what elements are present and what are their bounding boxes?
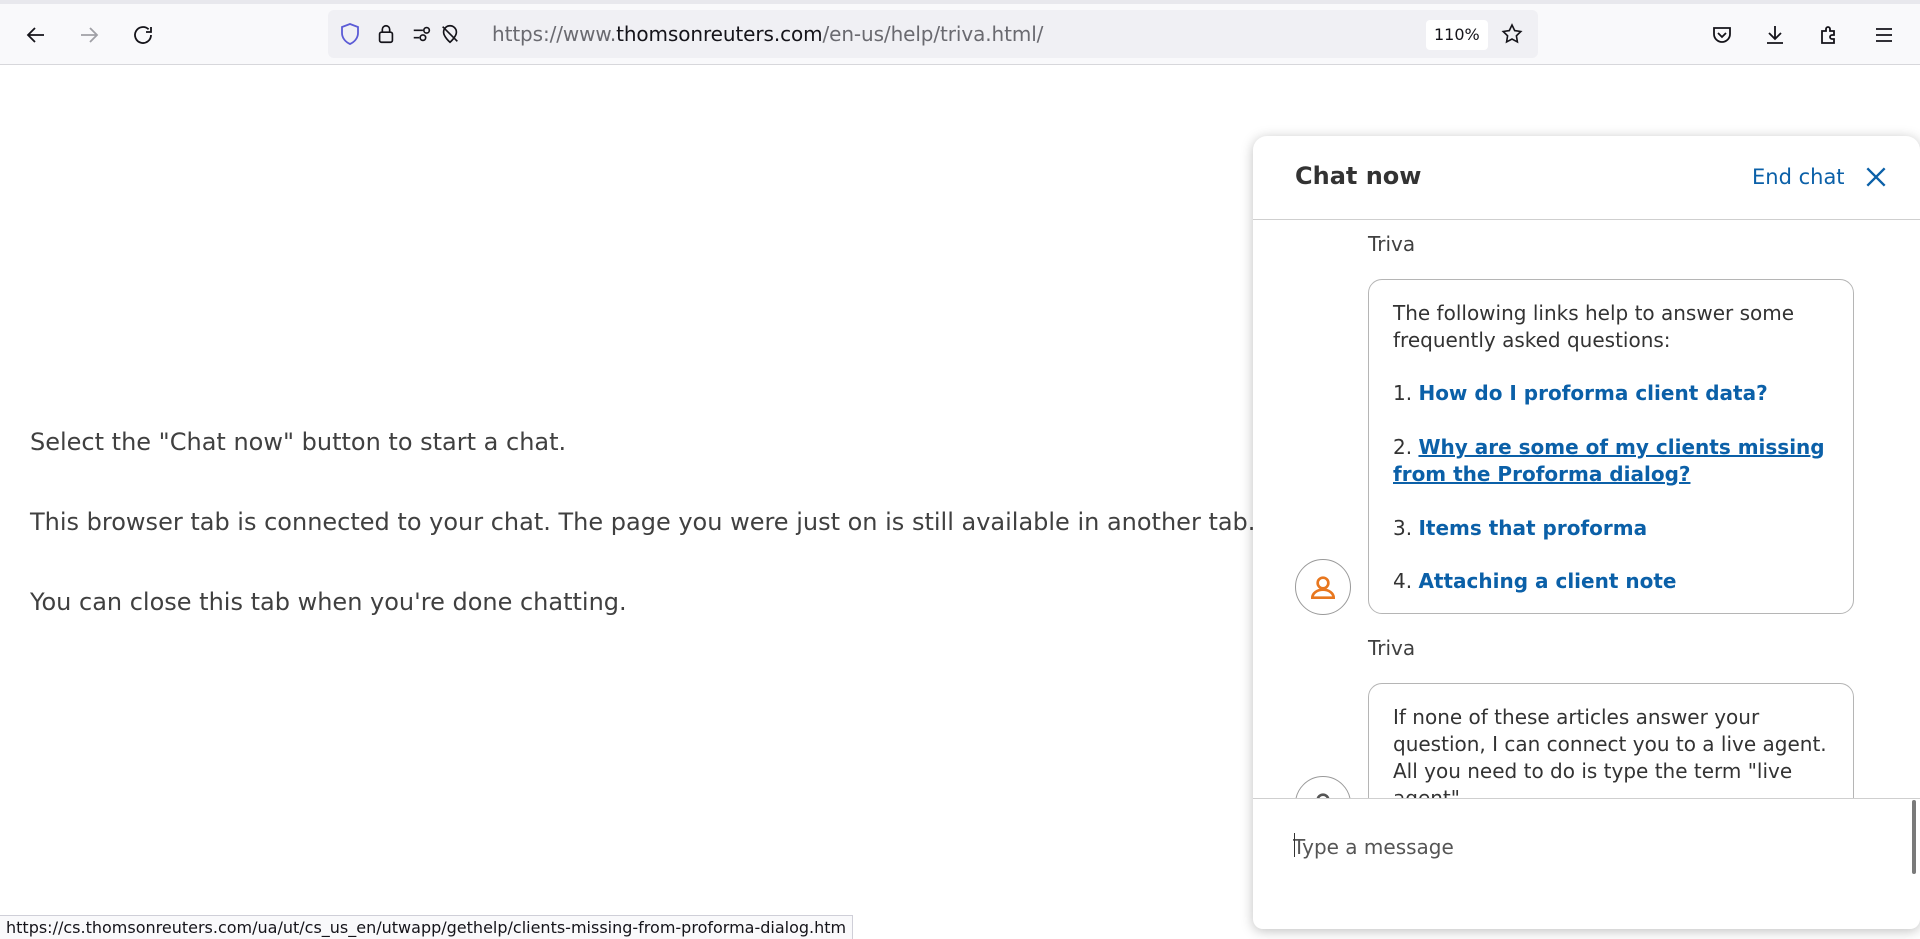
message-input[interactable]: [1293, 829, 1853, 865]
end-chat-button[interactable]: End chat: [1752, 165, 1845, 189]
download-icon: [1767, 26, 1783, 44]
faq-link[interactable]: Items that proforma: [1418, 516, 1647, 540]
pocket-button[interactable]: [1704, 17, 1740, 53]
reload-button[interactable]: [125, 17, 161, 53]
app-menu-button[interactable]: [1866, 17, 1902, 53]
extensions-button[interactable]: [1811, 17, 1847, 53]
back-button[interactable]: [18, 17, 54, 53]
bot-avatar: [1295, 559, 1351, 615]
text-cursor: [1294, 833, 1295, 857]
puzzle-icon: [1821, 26, 1835, 44]
faq-link[interactable]: How do I proforma client data?: [1418, 381, 1767, 405]
person-icon: [1316, 793, 1330, 798]
message-sender: Triva: [1368, 636, 1416, 660]
chat-input-area: [1253, 798, 1920, 929]
chat-messages[interactable]: Triva The following links help to answer…: [1253, 220, 1920, 798]
lock-icon[interactable]: [374, 22, 398, 46]
chat-widget: Chat now End chat Triva The following li…: [1253, 136, 1920, 929]
message-intro: The following links help to answer some …: [1393, 301, 1795, 352]
person-icon: [1310, 576, 1336, 599]
forward-button[interactable]: [71, 17, 107, 53]
url-text[interactable]: https://www.thomsonreuters.com/en-us/hel…: [492, 22, 1043, 46]
permissions-icon[interactable]: [410, 22, 434, 46]
hamburger-menu-icon: [1876, 28, 1892, 42]
downloads-button[interactable]: [1757, 17, 1793, 53]
message-bubble: If none of these articles answer your qu…: [1368, 683, 1854, 798]
tracking-blocked-icon[interactable]: [438, 22, 462, 46]
chat-title: Chat now: [1295, 162, 1422, 190]
pocket-icon: [1713, 27, 1731, 43]
faq-link[interactable]: Attaching a client note: [1418, 569, 1676, 593]
browser-toolbar: https://www.thomsonreuters.com/en-us/hel…: [0, 0, 1920, 65]
bot-avatar: [1295, 776, 1351, 798]
chat-header: Chat now End chat: [1253, 136, 1920, 220]
faq-link-item: 1. How do I proforma client data?: [1393, 381, 1768, 405]
reload-icon: [134, 26, 152, 44]
message-text: If none of these articles answer your qu…: [1393, 705, 1827, 798]
instruction-close-tab: You can close this tab when you're done …: [30, 588, 627, 616]
bookmark-star-icon[interactable]: [1500, 22, 1524, 46]
forward-arrow-icon: [81, 27, 99, 43]
link-status-bar: https://cs.thomsonreuters.com/ua/ut/cs_u…: [0, 915, 854, 939]
instruction-start-chat: Select the "Chat now" button to start a …: [30, 428, 567, 456]
shield-icon[interactable]: [338, 22, 362, 46]
faq-link-item: 3. Items that proforma: [1393, 516, 1648, 540]
close-icon[interactable]: [1863, 164, 1889, 190]
address-bar[interactable]: https://www.thomsonreuters.com/en-us/hel…: [328, 10, 1538, 58]
tab-strip-edge: [0, 0, 1920, 4]
message-sender: Triva: [1368, 232, 1416, 256]
message-bubble: The following links help to answer some …: [1368, 279, 1854, 614]
faq-link-item: 4. Attaching a client note: [1393, 569, 1677, 593]
instruction-tab-connected: This browser tab is connected to your ch…: [30, 508, 1256, 536]
faq-link[interactable]: Why are some of my clients missing from …: [1393, 435, 1825, 486]
zoom-level-button[interactable]: 110%: [1426, 20, 1488, 50]
faq-link-item: 2. Why are some of my clients missing fr…: [1393, 435, 1825, 486]
back-arrow-icon: [26, 27, 44, 43]
